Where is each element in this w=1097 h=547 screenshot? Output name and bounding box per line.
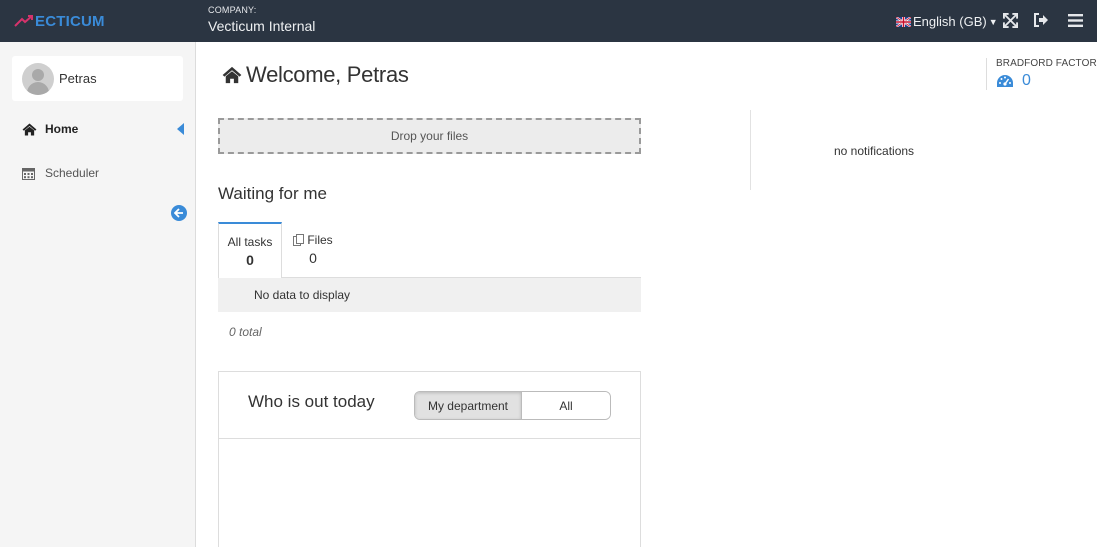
bradford-factor-widget: BRADFORD FACTOR 0 [986, 58, 1097, 90]
sidebar-item-home[interactable]: Home [22, 122, 78, 136]
company-name[interactable]: Vecticum Internal [208, 18, 315, 34]
tab-count: 0 [246, 252, 254, 268]
language-selector[interactable]: English (GB) ▼ [896, 14, 998, 29]
waiting-for-me-title: Waiting for me [218, 184, 327, 203]
fullscreen-icon[interactable] [1001, 11, 1019, 29]
notifications-empty-message: no notifications [834, 144, 915, 158]
tab-files[interactable]: Files 0 [290, 222, 336, 278]
arrow-left-icon [174, 208, 183, 218]
gauge-icon [997, 75, 1013, 87]
calendar-icon [22, 166, 38, 180]
active-item-marker [177, 123, 184, 135]
tab-all-tasks[interactable]: All tasks 0 [218, 222, 282, 279]
notifications-divider [750, 110, 751, 190]
company-label: COMPANY: [208, 5, 257, 15]
bradford-factor-value: 0 [1022, 72, 1031, 89]
files-icon [293, 234, 305, 246]
company-block: COMPANY: Vecticum Internal [208, 5, 315, 34]
logo-mark-icon [14, 15, 33, 27]
home-icon [222, 66, 242, 84]
home-icon [22, 122, 38, 136]
who-is-out-panel: Who is out today My department All [218, 371, 641, 547]
empty-table-message: No data to display [218, 278, 641, 312]
tab-count: 0 [309, 250, 317, 266]
logo-text: ECTICUM [35, 12, 105, 30]
tab-label: All tasks [227, 235, 273, 249]
sidebar: Petras Home Scheduler [0, 42, 196, 547]
collapse-sidebar-button[interactable] [171, 205, 187, 221]
avatar [22, 62, 54, 95]
bradford-factor-label: BRADFORD FACTOR [996, 58, 1097, 69]
language-label: English (GB) [913, 14, 987, 29]
total-count: 0 total [229, 325, 262, 339]
user-profile-card[interactable]: Petras [12, 56, 183, 101]
tab-label: Files [307, 233, 333, 247]
page-title-text: Welcome, Petras [246, 62, 409, 87]
user-name: Petras [59, 71, 97, 86]
sidebar-item-label: Home [45, 122, 79, 136]
uk-flag-icon [896, 16, 911, 27]
who-is-out-title: Who is out today [248, 392, 375, 411]
filter-all-button[interactable]: All [522, 392, 610, 419]
department-filter-toggle: My department All [414, 391, 611, 420]
file-dropzone[interactable]: Drop your files [218, 118, 641, 154]
page-title: Welcome, Petras [222, 62, 409, 88]
menu-icon[interactable] [1066, 11, 1084, 29]
sidebar-item-label: Scheduler [45, 166, 100, 180]
task-tabs: All tasks 0 Files 0 [218, 222, 641, 279]
chevron-down-icon: ▼ [988, 16, 998, 27]
vecticum-logo[interactable]: ECTICUM [14, 11, 105, 31]
who-is-out-header: Who is out today My department All [219, 372, 640, 439]
top-bar: ECTICUM COMPANY: Vecticum Internal Engli… [0, 0, 1097, 42]
filter-my-department-button[interactable]: My department [415, 392, 522, 419]
logout-icon[interactable] [1032, 11, 1050, 29]
sidebar-item-scheduler[interactable]: Scheduler [22, 166, 99, 180]
